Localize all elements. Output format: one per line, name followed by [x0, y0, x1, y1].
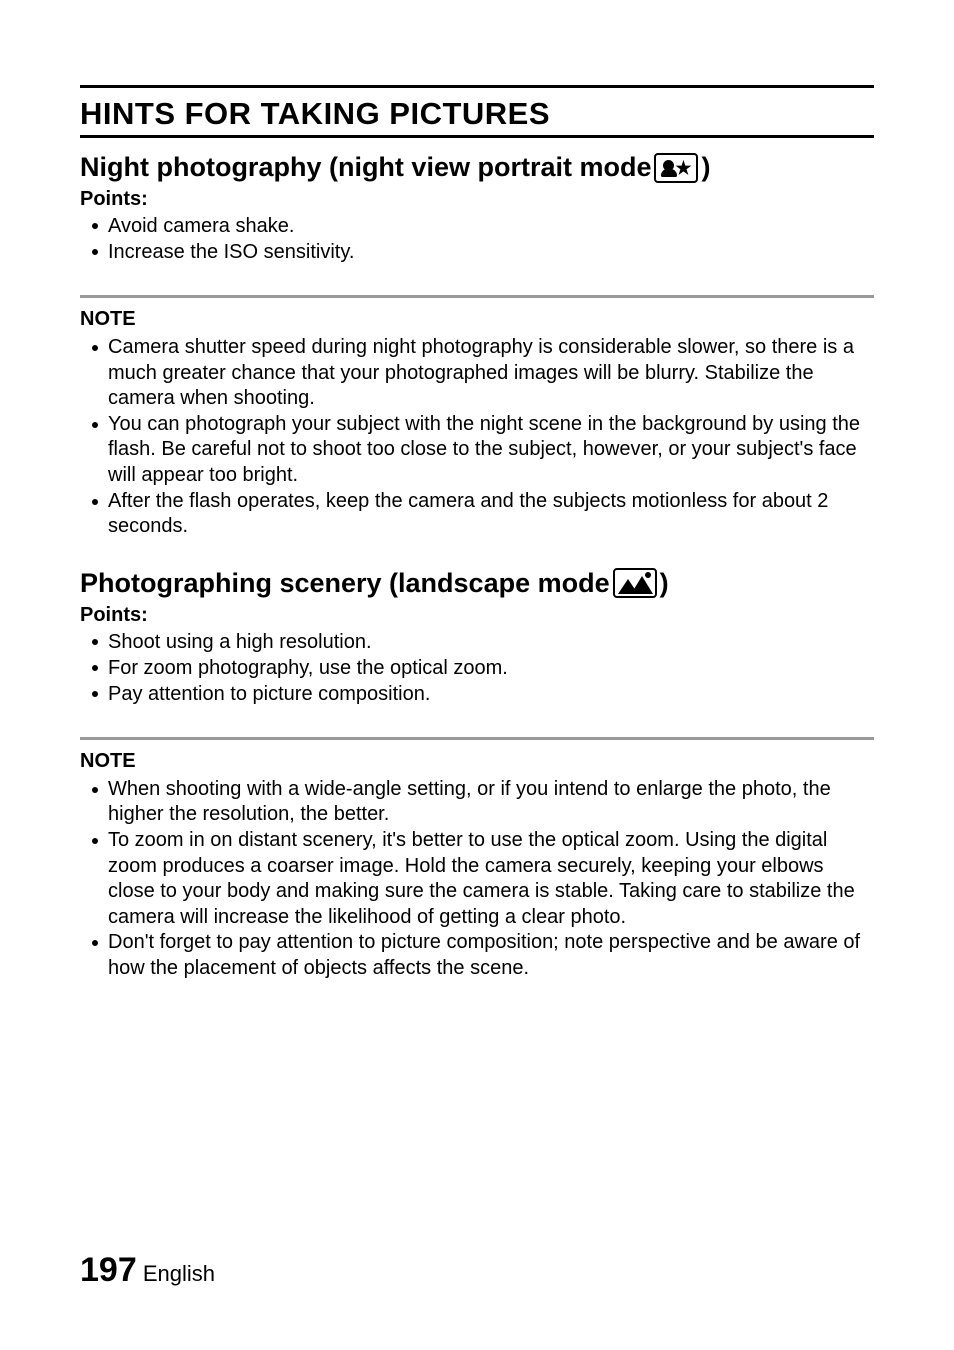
- footer-language: English: [137, 1261, 215, 1286]
- list-item: Pay attention to picture composition.: [92, 681, 874, 707]
- note-rule: [80, 295, 874, 298]
- night-portrait-mode-icon: ★: [654, 153, 698, 183]
- list-item: For zoom photography, use the optical zo…: [92, 655, 874, 681]
- main-title: HINTS FOR TAKING PICTURES: [80, 96, 874, 132]
- note-label: NOTE: [80, 750, 874, 773]
- note-list: Camera shutter speed during night photog…: [80, 335, 874, 540]
- list-item: Avoid camera shake.: [92, 213, 874, 239]
- footer: 197 English: [80, 1251, 215, 1290]
- list-item: Camera shutter speed during night photog…: [92, 335, 874, 412]
- list-item: You can photograph your subject with the…: [92, 412, 874, 489]
- list-item: Shoot using a high resolution.: [92, 629, 874, 655]
- points-label: Points:: [80, 604, 874, 627]
- note-label: NOTE: [80, 308, 874, 331]
- points-label: Points:: [80, 188, 874, 211]
- points-list: Avoid camera shake. Increase the ISO sen…: [80, 213, 874, 265]
- title-underline: [80, 135, 874, 138]
- heading-text-prefix: Photographing scenery (landscape mode: [80, 568, 610, 599]
- list-item: Don't forget to pay attention to picture…: [92, 930, 874, 981]
- heading-text-suffix: ): [660, 568, 669, 599]
- list-item: After the flash operates, keep the camer…: [92, 489, 874, 540]
- top-rule: [80, 85, 874, 88]
- note-list: When shooting with a wide-angle setting,…: [80, 777, 874, 982]
- list-item: When shooting with a wide-angle setting,…: [92, 777, 874, 828]
- heading-text-suffix: ): [701, 152, 710, 183]
- landscape-mode-icon: [613, 568, 657, 598]
- section-heading-night: Night photography (night view portrait m…: [80, 152, 874, 183]
- section-heading-landscape: Photographing scenery (landscape mode ): [80, 568, 874, 599]
- points-list: Shoot using a high resolution. For zoom …: [80, 629, 874, 707]
- list-item: Increase the ISO sensitivity.: [92, 239, 874, 265]
- note-rule: [80, 737, 874, 740]
- page-number: 197: [80, 1251, 137, 1289]
- list-item: To zoom in on distant scenery, it's bett…: [92, 828, 874, 930]
- heading-text-prefix: Night photography (night view portrait m…: [80, 152, 651, 183]
